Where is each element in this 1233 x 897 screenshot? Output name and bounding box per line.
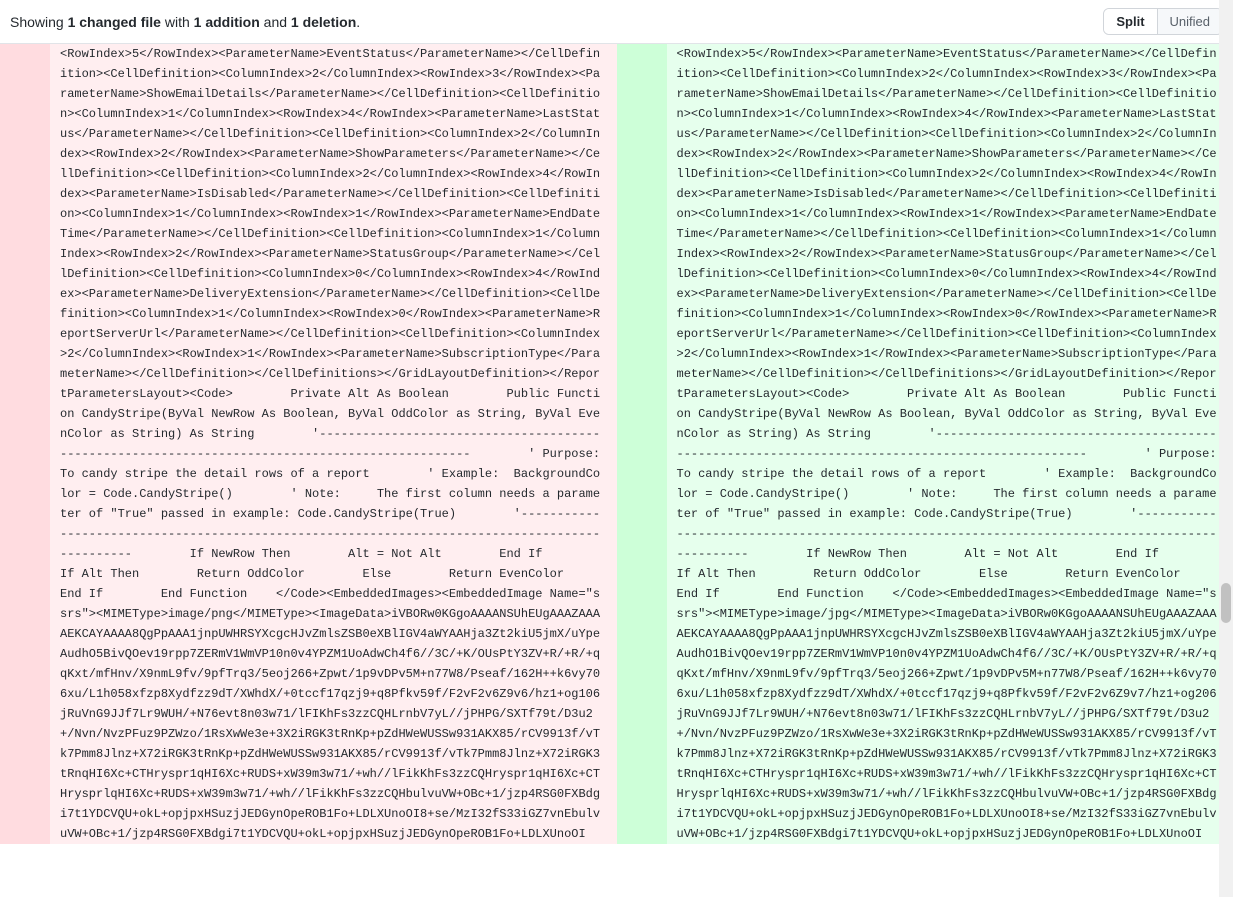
split-view-button[interactable]: Split [1104,9,1156,34]
summary-with: with [161,14,194,30]
diff-right-code[interactable]: <RowIndex>5</RowIndex><ParameterName>Eve… [667,44,1233,844]
scrollbar-thumb[interactable] [1221,583,1231,623]
diff-right-pane: <RowIndex>5</RowIndex><ParameterName>Eve… [617,44,1233,844]
unified-view-button[interactable]: Unified [1157,9,1222,34]
summary-prefix: Showing [10,14,68,30]
summary-and: and [260,14,291,30]
diff-summary-header: Showing 1 changed file with 1 addition a… [0,0,1233,43]
summary-suffix: . [356,14,360,30]
changed-files-count: 1 changed file [68,14,161,30]
diff-container: <RowIndex>5</RowIndex><ParameterName>Eve… [0,43,1233,844]
page-scrollbar[interactable] [1219,0,1233,897]
diff-left-code[interactable]: <RowIndex>5</RowIndex><ParameterName>Eve… [50,44,617,844]
diff-right-gutter[interactable] [617,44,667,844]
diff-view-toggle: Split Unified [1103,8,1223,35]
diff-left-pane: <RowIndex>5</RowIndex><ParameterName>Eve… [0,44,617,844]
additions-count: 1 addition [194,14,260,30]
deletions-count: 1 deletion [291,14,356,30]
diff-left-gutter[interactable] [0,44,50,844]
diff-summary-text: Showing 1 changed file with 1 addition a… [10,14,360,30]
